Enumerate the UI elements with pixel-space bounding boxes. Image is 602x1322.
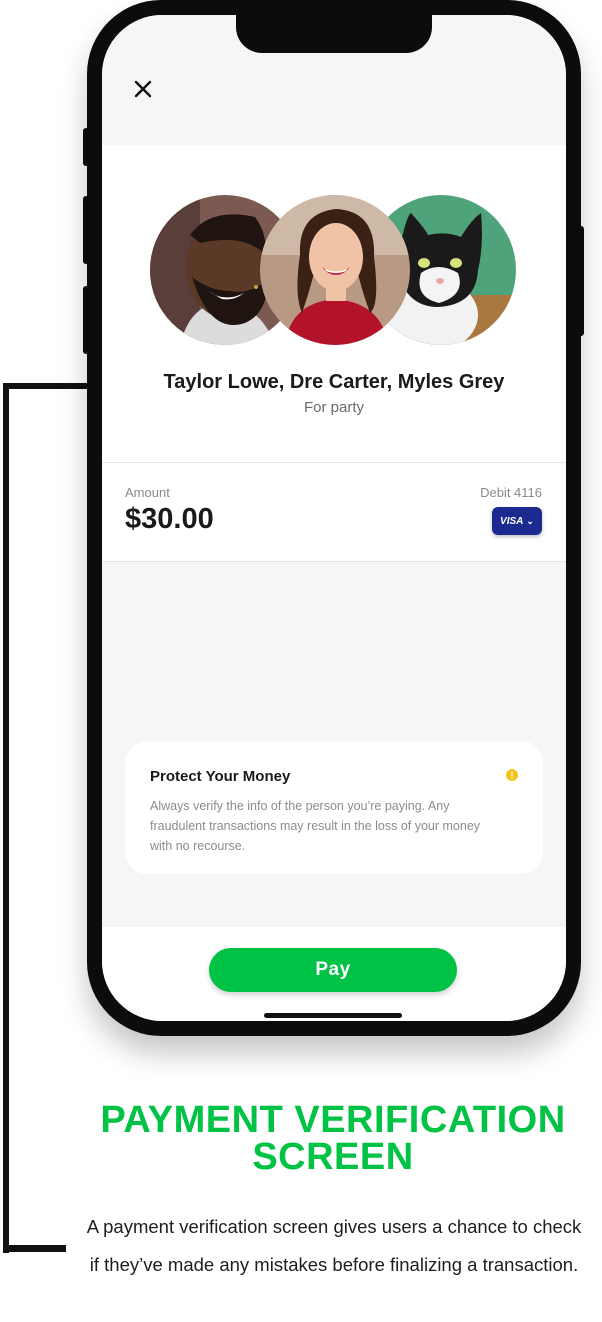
bracket-line-top bbox=[3, 383, 89, 389]
bracket-line bbox=[3, 383, 9, 1253]
notch bbox=[236, 15, 432, 53]
recipient-names: Taylor Lowe, Dre Carter, Myles Grey bbox=[163, 371, 505, 393]
close-icon bbox=[134, 80, 152, 98]
avatar-woman bbox=[260, 195, 410, 345]
home-indicator bbox=[264, 1013, 402, 1018]
protect-money-title: Protect Your Money bbox=[150, 768, 291, 785]
amount-row: Amount $30.00 Debit 4116 VISA ⌄ bbox=[102, 463, 566, 562]
caption-headline: PAYMENT VERIFICATION SCREEN bbox=[100, 1099, 566, 1178]
bottom-bar: Pay bbox=[102, 925, 566, 1021]
card-label: Debit 4116 bbox=[480, 485, 542, 500]
power-button bbox=[577, 226, 584, 336]
protect-money-card: Protect Your Money ! Always verify the i… bbox=[125, 741, 543, 874]
protect-money-text: Always verify the info of the person you… bbox=[150, 799, 481, 853]
bracket-line-bottom bbox=[3, 1245, 66, 1252]
close-button[interactable] bbox=[129, 75, 157, 103]
caption-description: A payment verification screen gives user… bbox=[86, 1216, 582, 1275]
info-icon: ! bbox=[506, 769, 518, 781]
pay-button[interactable]: Pay bbox=[209, 948, 457, 992]
volume-down-button bbox=[83, 286, 89, 354]
amount-label: Amount bbox=[125, 485, 170, 500]
mute-switch bbox=[83, 128, 89, 166]
phone-screen: Taylor Lowe, Dre Carter, Myles Grey For … bbox=[102, 15, 566, 1021]
recipient-section: Taylor Lowe, Dre Carter, Myles Grey For … bbox=[102, 145, 566, 463]
amount-value: $30.00 bbox=[125, 503, 214, 535]
phone-frame: Taylor Lowe, Dre Carter, Myles Grey For … bbox=[83, 0, 584, 1036]
card-selector[interactable]: VISA ⌄ bbox=[492, 507, 542, 535]
visa-logo: VISA bbox=[500, 515, 524, 527]
payment-memo: For party bbox=[303, 399, 364, 416]
volume-up-button bbox=[83, 196, 89, 264]
chevron-down-icon: ⌄ bbox=[526, 515, 534, 526]
